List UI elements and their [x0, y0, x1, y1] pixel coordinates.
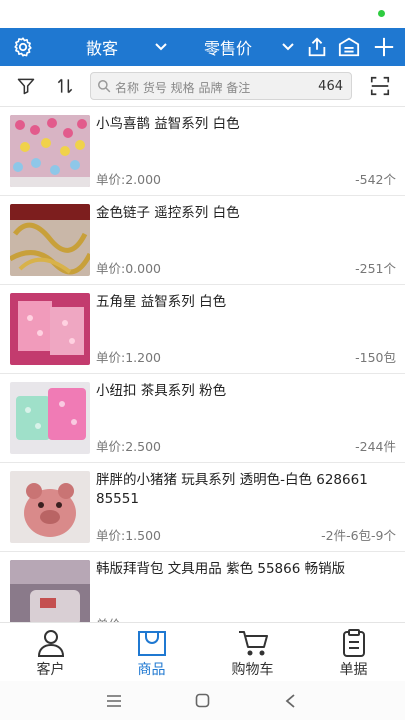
- product-image: [10, 471, 90, 543]
- status-bar: [0, 0, 405, 28]
- notification-dot: [378, 10, 385, 17]
- product-name: 五角星 益智系列 白色: [96, 294, 227, 310]
- warehouse-icon: [338, 37, 360, 57]
- nav-orders[interactable]: 单据: [303, 623, 404, 681]
- product-stock: -2件-6包-9个: [321, 528, 396, 543]
- search-input[interactable]: 名称 货号 规格 品牌 备注 464: [90, 72, 352, 100]
- product-stock: -244件: [355, 439, 396, 454]
- filter-icon[interactable]: [16, 76, 36, 96]
- product-image: [10, 115, 90, 187]
- warehouse-button[interactable]: [338, 28, 360, 66]
- bottom-nav: 客户 商品 购物车 单据: [0, 622, 405, 681]
- product-list: 小鸟喜鹊 益智系列 白色 单价:2.000 -542个 金色链子 遥控系列 白色…: [0, 107, 405, 622]
- product-stock: -251个: [355, 261, 396, 276]
- product-row[interactable]: 韩版拜背包 文具用品 紫色 55866 畅销版 单价:: [0, 552, 405, 622]
- chevron-down-icon[interactable]: [281, 40, 295, 54]
- person-icon: [37, 630, 65, 657]
- chevron-down-icon[interactable]: [154, 40, 168, 54]
- search-row: 名称 货号 规格 品牌 备注 464: [0, 66, 405, 107]
- product-row[interactable]: 五角星 益智系列 白色 单价:1.200 -150包: [0, 285, 405, 374]
- share-icon: [308, 37, 326, 57]
- nav-label: 单据: [339, 662, 368, 678]
- nav-customer[interactable]: 客户: [0, 623, 101, 681]
- product-name: 小纽扣 茶具系列 粉色: [96, 383, 227, 399]
- nav-label: 购物车: [231, 662, 274, 678]
- product-name: 韩版拜背包 文具用品 紫色 55866 畅销版: [96, 561, 346, 577]
- plus-icon: [374, 37, 394, 57]
- settings-button[interactable]: [12, 28, 34, 66]
- product-name: 胖胖的小猪猪 玩具系列 透明色-白色 628661 85551: [96, 472, 368, 507]
- product-image: [10, 560, 90, 622]
- product-count: 464: [318, 79, 343, 94]
- customer-selector[interactable]: 散客: [86, 28, 118, 66]
- price-type-label: 零售价: [204, 39, 253, 58]
- product-stock: -150包: [355, 350, 396, 365]
- product-name: 金色链子 遥控系列 白色: [96, 205, 240, 221]
- nav-label: 商品: [137, 662, 166, 678]
- nav-cart[interactable]: 购物车: [202, 623, 303, 681]
- customer-label: 散客: [86, 39, 119, 58]
- product-image: [10, 204, 90, 276]
- scan-icon[interactable]: [369, 75, 391, 97]
- gear-icon: [14, 37, 32, 57]
- add-button[interactable]: [373, 28, 395, 66]
- clipboard-icon: [343, 629, 365, 657]
- price-type-selector[interactable]: 零售价: [204, 28, 252, 66]
- share-button[interactable]: [306, 28, 328, 66]
- back-icon[interactable]: [284, 693, 296, 709]
- system-nav-bar: [0, 681, 405, 720]
- product-name: 小鸟喜鹊 益智系列 白色: [96, 116, 240, 132]
- search-placeholder: 名称 货号 规格 品牌 备注: [115, 81, 251, 95]
- product-price: 单价:1.200: [96, 350, 161, 365]
- product-row[interactable]: 小鸟喜鹊 益智系列 白色 单价:2.000 -542个: [0, 107, 405, 196]
- product-row[interactable]: 胖胖的小猪猪 玩具系列 透明色-白色 628661 85551 单价:1.500…: [0, 463, 405, 552]
- product-row[interactable]: 小纽扣 茶具系列 粉色 单价:2.500 -244件: [0, 374, 405, 463]
- cart-icon: [239, 631, 268, 656]
- product-price: 单价:1.500: [96, 528, 161, 543]
- nav-label: 客户: [36, 662, 65, 678]
- nav-products[interactable]: 商品: [101, 623, 202, 681]
- product-price: 单价:: [96, 614, 125, 622]
- product-image: [10, 382, 90, 454]
- search-icon: [98, 80, 111, 93]
- product-price: 单价:2.000: [96, 172, 161, 187]
- sort-icon[interactable]: [55, 76, 75, 96]
- top-toolbar: 散客 零售价: [0, 28, 405, 66]
- product-price: 单价:0.000: [96, 261, 161, 276]
- product-stock: -542个: [355, 172, 396, 187]
- product-row[interactable]: 金色链子 遥控系列 白色 单价:0.000 -251个: [0, 196, 405, 285]
- product-image: [10, 293, 90, 365]
- menu-icon[interactable]: [106, 694, 122, 708]
- product-price: 单价:2.500: [96, 439, 161, 454]
- home-icon[interactable]: [195, 693, 210, 708]
- bag-icon: [138, 631, 166, 656]
